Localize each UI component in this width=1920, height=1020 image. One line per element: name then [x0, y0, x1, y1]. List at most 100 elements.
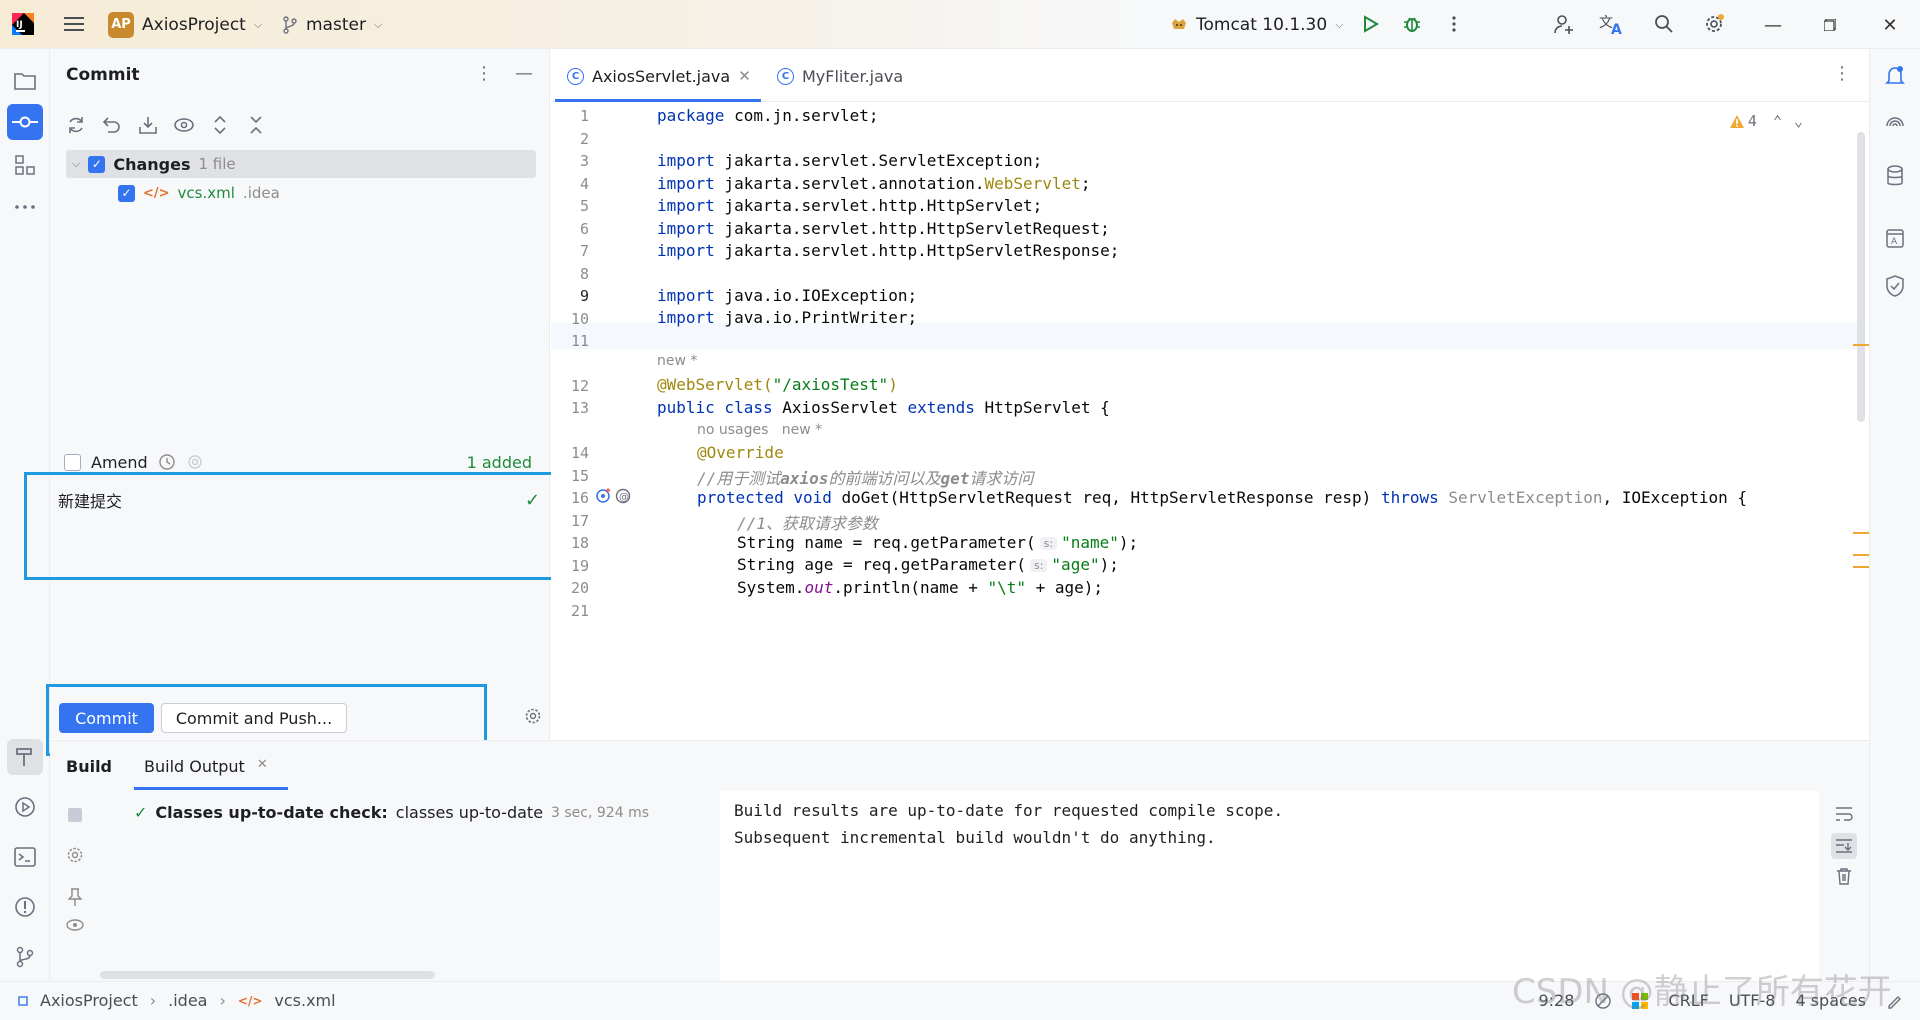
settings-icon[interactable]: [1700, 10, 1728, 38]
pin-icon[interactable]: [63, 885, 87, 909]
code-line: protected void doGet(HttpServletRequest …: [697, 488, 1747, 507]
changed-file-item[interactable]: ✓ </> vcs.xml .idea: [118, 180, 280, 206]
database-icon[interactable]: [1878, 159, 1912, 193]
changes-group-node[interactable]: ⌵ ✓ Changes 1 file: [66, 150, 536, 178]
notifications-icon[interactable]: [1878, 59, 1912, 93]
tree-horizontal-scrollbar[interactable]: [100, 971, 435, 979]
build-tool-icon[interactable]: [7, 739, 43, 775]
commit-message-input[interactable]: 新建提交: [58, 488, 122, 512]
close-tab-icon[interactable]: ✕: [257, 757, 268, 776]
minimize-button[interactable]: —: [1758, 10, 1788, 40]
git-icon[interactable]: [7, 939, 43, 975]
shelve-icon[interactable]: [136, 113, 160, 137]
debug-icon[interactable]: [1398, 10, 1426, 38]
stop-icon[interactable]: [63, 803, 87, 827]
search-icon[interactable]: [1650, 10, 1678, 38]
history-icon[interactable]: [158, 453, 176, 471]
soft-wrap-icon[interactable]: [1831, 801, 1857, 827]
file-name: vcs.xml: [177, 184, 235, 202]
tab-axiosservlet[interactable]: C AxiosServlet.java ✕: [555, 61, 761, 102]
close-tab-icon[interactable]: ✕: [738, 67, 751, 85]
implements-gutter-icon[interactable]: [595, 488, 611, 504]
view-options-eye-icon[interactable]: [63, 913, 87, 937]
breadcrumb-item[interactable]: AxiosProject: [40, 991, 138, 1010]
inlay-hint-usages[interactable]: no usages new *: [697, 422, 822, 438]
code-with-me-icon[interactable]: [1550, 10, 1578, 38]
tab-build-output[interactable]: Build Output ✕: [134, 757, 288, 790]
tab-myfliter[interactable]: C MyFliter.java: [777, 61, 903, 91]
expand-all-icon[interactable]: [208, 113, 232, 137]
chevron-down-icon[interactable]: ⌵: [72, 157, 80, 171]
inspection-widget[interactable]: 4 ⌃ ⌄: [1729, 112, 1803, 130]
collapse-all-icon[interactable]: [244, 113, 268, 137]
security-shield-icon[interactable]: [1878, 269, 1912, 303]
line-number: 11: [570, 332, 589, 350]
settings-gear-icon[interactable]: [63, 843, 87, 867]
commit-button[interactable]: Commit: [59, 703, 154, 733]
warning-marker[interactable]: [1853, 554, 1869, 556]
run-icon[interactable]: [1356, 10, 1384, 38]
warning-icon: [1729, 114, 1744, 128]
tab-options-icon[interactable]: ⋮: [1833, 63, 1851, 84]
main-menu-icon[interactable]: [60, 10, 88, 38]
intellij-logo-icon[interactable]: IJ: [10, 11, 36, 37]
scroll-to-end-icon[interactable]: [1831, 833, 1857, 859]
annotation-gutter-icon[interactable]: @: [615, 488, 631, 504]
run-config-name: Tomcat 10.1.30: [1196, 14, 1328, 35]
commit-options-gear-icon[interactable]: [524, 707, 542, 725]
warning-marker[interactable]: [1853, 532, 1869, 534]
warning-marker[interactable]: [1853, 566, 1869, 568]
build-console-output[interactable]: Build results are up-to-date for request…: [734, 797, 1283, 851]
comment: 请求访问: [969, 469, 1034, 488]
terminal-icon[interactable]: [7, 839, 43, 875]
amend-checkbox[interactable]: [64, 453, 81, 471]
inlay-hint-new[interactable]: new *: [657, 353, 697, 369]
comment: axios: [780, 469, 829, 488]
commit-and-push-button[interactable]: Commit and Push...: [161, 703, 347, 733]
code-text: java.io.IOException;: [714, 286, 918, 305]
rollback-icon[interactable]: [100, 113, 124, 137]
build-tree-row[interactable]: ✓ Classes up-to-date check: classes up-t…: [134, 803, 649, 822]
string-literal: "/axiosTest": [772, 375, 889, 394]
more-tools-icon[interactable]: [7, 189, 43, 225]
amend-row: Amend 1 added: [64, 450, 542, 474]
services-icon[interactable]: [7, 789, 43, 825]
line-number: 1: [579, 107, 589, 125]
hint-no-usages[interactable]: no usages: [697, 422, 768, 438]
next-highlight-icon[interactable]: ⌄: [1794, 112, 1803, 130]
clear-all-trash-icon[interactable]: [1831, 863, 1857, 889]
close-window-button[interactable]: ✕: [1875, 10, 1905, 40]
previous-highlight-icon[interactable]: ⌃: [1773, 112, 1782, 130]
translate-icon[interactable]: 文A: [1598, 10, 1626, 38]
tab-label: Build Output: [144, 757, 245, 776]
ai-assist-icon[interactable]: [186, 453, 204, 471]
annotation: @WebServlet(: [657, 375, 773, 394]
show-diff-icon[interactable]: [172, 113, 196, 137]
options-icon[interactable]: ⋮: [475, 63, 493, 84]
editor-scrollbar[interactable]: [1857, 132, 1865, 422]
changes-checkbox[interactable]: ✓: [88, 155, 106, 173]
structure-icon[interactable]: [7, 147, 43, 183]
warning-marker[interactable]: [1853, 344, 1869, 346]
project-widget[interactable]: AP AxiosProject ⌵: [108, 9, 262, 40]
project-folder-icon[interactable]: [7, 63, 43, 99]
breadcrumb-item[interactable]: vcs.xml: [274, 991, 335, 1010]
vcs-branch-widget[interactable]: master ⌵: [282, 9, 382, 40]
commit-tool-icon[interactable]: [7, 104, 43, 140]
more-actions-icon[interactable]: [1440, 10, 1468, 38]
file-checkbox[interactable]: ✓: [118, 184, 135, 202]
maximize-button[interactable]: [1815, 10, 1845, 40]
ai-assistant-icon[interactable]: [1878, 109, 1912, 143]
code-text: String name = req.getParameter(: [737, 533, 1036, 552]
hide-panel-icon[interactable]: —: [515, 63, 533, 84]
problems-icon[interactable]: [7, 889, 43, 925]
breadcrumb-item[interactable]: .idea: [168, 991, 207, 1010]
run-configuration-selector[interactable]: Tomcat 10.1.30 ⌵: [1170, 9, 1344, 40]
code-editor[interactable]: 1 2 3 4 5 6 7 8 9 10 11 12 13 14 15 16 1…: [551, 102, 1869, 740]
refresh-icon[interactable]: [64, 113, 88, 137]
hint-new[interactable]: new *: [782, 422, 822, 438]
translation-tool-icon[interactable]: A: [1878, 221, 1912, 255]
changes-count: 1 file: [198, 155, 236, 173]
title-bar: IJ AP AxiosProject ⌵ master ⌵ Tomcat 10.…: [0, 0, 1920, 49]
amend-label[interactable]: Amend: [91, 453, 148, 472]
